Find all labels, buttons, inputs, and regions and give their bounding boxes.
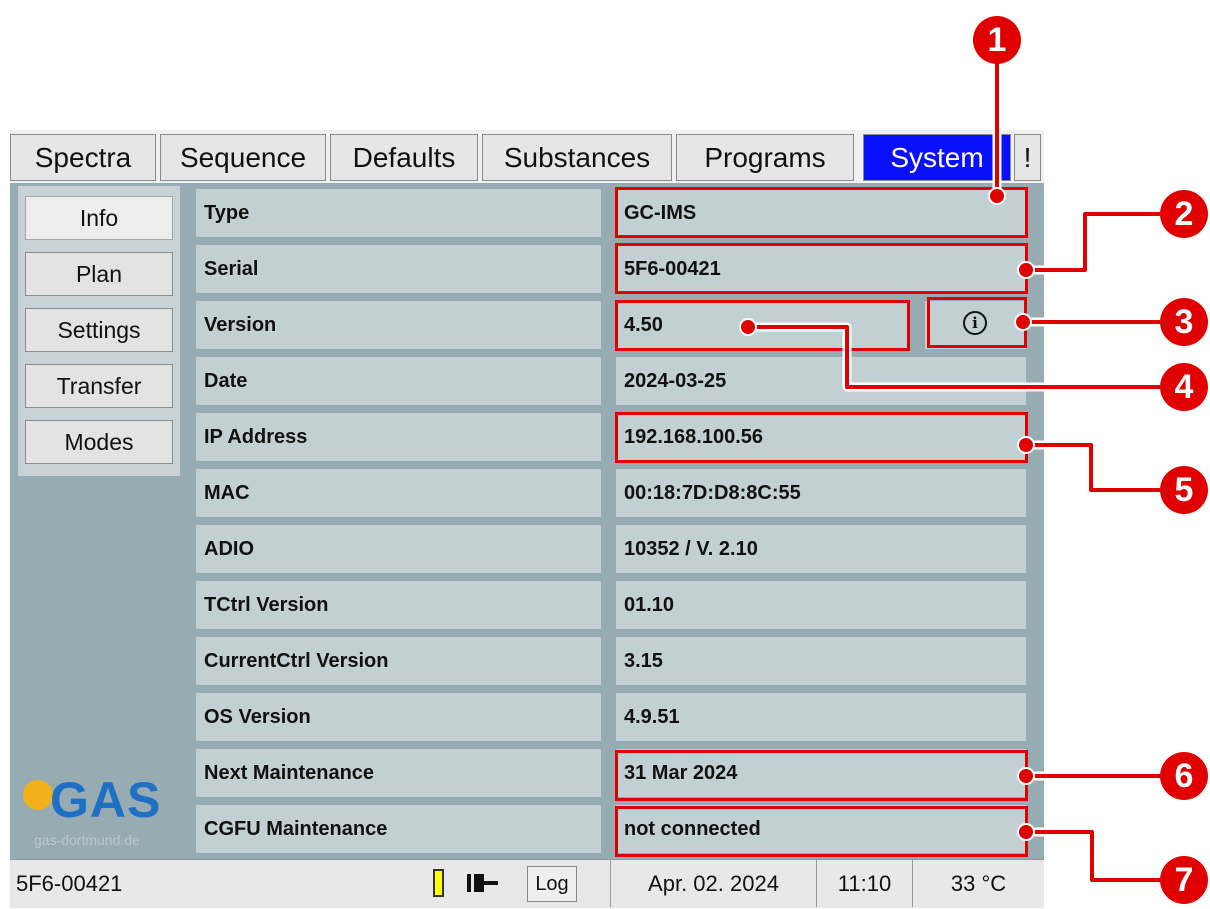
row-label-ip-address: IP Address	[196, 413, 601, 461]
row-value-serial: 5F6-00421	[616, 245, 1026, 293]
row-value-adio: 10352 / V. 2.10	[616, 525, 1026, 573]
callout-badge-3: 3	[1160, 298, 1208, 346]
log-button[interactable]: Log	[527, 866, 577, 902]
callout-badge-6: 6	[1160, 752, 1208, 800]
tab-alert[interactable]: !	[1014, 134, 1041, 181]
row-label-tctrl-version: TCtrl Version	[196, 581, 601, 629]
row-value-currentctrl-version: 3.15	[616, 637, 1026, 685]
sidebar-item-modes[interactable]: Modes	[25, 420, 173, 464]
logo-dot	[23, 780, 53, 810]
row-value-type: GC-IMS	[616, 189, 1026, 237]
sidebar-item-plan[interactable]: Plan	[25, 252, 173, 296]
row-label-adio: ADIO	[196, 525, 601, 573]
row-label-currentctrl-version: CurrentCtrl Version	[196, 637, 601, 685]
row-value-ip-address: 192.168.100.56	[616, 413, 1026, 461]
row-value-mac: 00:18:7D:D8:8C:55	[616, 469, 1026, 517]
tab-system[interactable]: System	[863, 134, 1011, 181]
row-label-mac: MAC	[196, 469, 601, 517]
sidebar-item-settings[interactable]: Settings	[25, 308, 173, 352]
row-label-date: Date	[196, 357, 601, 405]
row-label-type: Type	[196, 189, 601, 237]
row-value-next-maintenance: 31 Mar 2024	[616, 749, 1026, 797]
tab-defaults[interactable]: Defaults	[330, 134, 478, 181]
version-info-button[interactable]: i	[925, 301, 1026, 349]
row-label-next-maintenance: Next Maintenance	[196, 749, 601, 797]
callout-badge-1: 1	[973, 16, 1021, 64]
callout-badge-4: 4	[1160, 363, 1208, 411]
row-value-cgfu-maintenance: not connected	[616, 805, 1026, 853]
callout-badge-2: 2	[1160, 190, 1208, 238]
row-value-version: 4.50	[616, 301, 908, 349]
plug-icon	[467, 874, 498, 892]
row-label-cgfu-maintenance: CGFU Maintenance	[196, 805, 601, 853]
status-time: 11:10	[816, 860, 912, 907]
callout-badge-5: 5	[1160, 466, 1208, 514]
status-temperature: 33 °C	[912, 860, 1044, 907]
status-serial: 5F6-00421	[16, 871, 123, 896]
row-value-tctrl-version: 01.10	[616, 581, 1026, 629]
battery-icon	[433, 869, 444, 897]
row-label-serial: Serial	[196, 245, 601, 293]
row-value-os-version: 4.9.51	[616, 693, 1026, 741]
row-label-os-version: OS Version	[196, 693, 601, 741]
status-date: Apr. 02. 2024	[610, 860, 816, 907]
info-icon: i	[963, 311, 987, 335]
sidebar: Info Plan Settings Transfer Modes	[18, 186, 180, 476]
callout-badge-7: 7	[1160, 856, 1208, 904]
gas-logo: GAS gas-dortmund.de	[18, 765, 188, 855]
tab-substances[interactable]: Substances	[482, 134, 672, 181]
sidebar-item-transfer[interactable]: Transfer	[25, 364, 173, 408]
tab-sequence[interactable]: Sequence	[160, 134, 326, 181]
row-value-date: 2024-03-25	[616, 357, 1026, 405]
logo-word: GAS	[50, 772, 162, 828]
status-bar: 5F6-00421 Log Apr. 02. 2024 11:10 33 °C	[10, 859, 1044, 908]
logo-url: gas-dortmund.de	[34, 832, 140, 848]
sidebar-item-info[interactable]: Info	[25, 196, 173, 240]
tab-spectra[interactable]: Spectra	[10, 134, 156, 181]
tab-programs[interactable]: Programs	[676, 134, 854, 181]
system-info-app: Spectra Sequence Defaults Substances Pro…	[10, 130, 1044, 908]
row-label-version: Version	[196, 301, 601, 349]
